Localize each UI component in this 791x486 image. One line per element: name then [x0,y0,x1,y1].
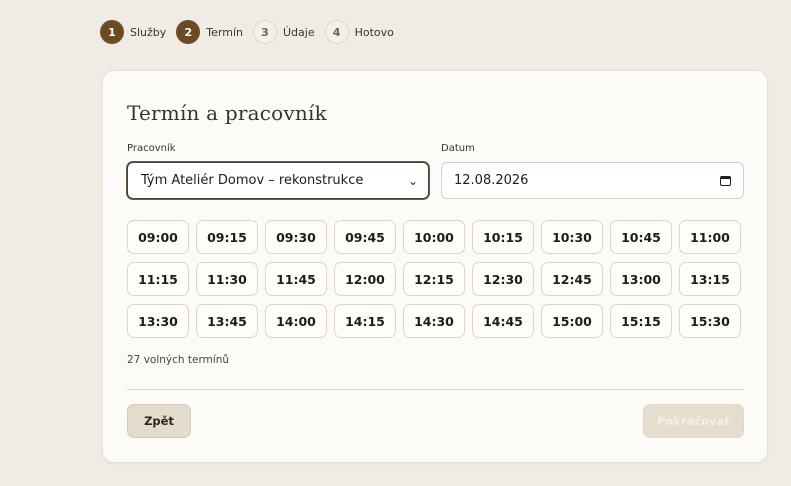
continue-button[interactable]: Pokračovat [643,404,744,438]
worker-select[interactable]: Tým Ateliér Domov – rekonstrukce ⌄ [127,162,429,199]
time-slot[interactable]: 13:00 [610,262,672,296]
time-slot[interactable]: 11:15 [127,262,189,296]
time-slot[interactable]: 14:30 [403,304,465,338]
time-slot[interactable]: 15:00 [541,304,603,338]
time-slot[interactable]: 09:15 [196,220,258,254]
time-slot[interactable]: 10:30 [541,220,603,254]
back-button[interactable]: Zpět [127,404,191,438]
step-number: 4 [324,20,349,44]
time-slot[interactable]: 09:00 [127,220,189,254]
step-hotovo[interactable]: 4 Hotovo [324,20,394,44]
step-label: Hotovo [354,25,394,39]
step-termin[interactable]: 2 Termín [176,20,243,44]
time-slot[interactable]: 10:45 [610,220,672,254]
time-slot[interactable]: 14:00 [265,304,327,338]
time-slot[interactable]: 10:15 [472,220,534,254]
time-slot[interactable]: 12:30 [472,262,534,296]
stepper: 1 Služby 2 Termín 3 Údaje 4 Hotovo [100,19,404,45]
worker-select-value: Tým Ateliér Domov – rekonstrukce [141,173,364,188]
step-number: 3 [252,20,277,44]
step-number: 2 [176,20,201,44]
booking-card: Termín a pracovník Pracovník Tým Ateliér… [102,70,768,463]
card-title: Termín a pracovník [127,101,327,125]
worker-label: Pracovník [127,143,176,154]
time-slot[interactable]: 11:45 [265,262,327,296]
time-slot-grid: 09:00 09:15 09:30 09:45 10:00 10:15 10:3… [127,220,741,338]
time-slot[interactable]: 13:45 [196,304,258,338]
time-slot[interactable]: 14:15 [334,304,396,338]
time-slot[interactable]: 13:15 [679,262,741,296]
time-slot[interactable]: 09:45 [334,220,396,254]
calendar-icon[interactable] [720,175,731,186]
time-slot[interactable]: 15:15 [610,304,672,338]
time-slot[interactable]: 12:15 [403,262,465,296]
step-label: Služby [130,25,167,39]
chevron-down-icon: ⌄ [407,173,418,188]
step-sluzby[interactable]: 1 Služby [100,20,166,44]
step-udaje[interactable]: 3 Údaje [252,20,315,44]
time-slot[interactable]: 11:00 [679,220,741,254]
divider [127,389,744,390]
time-slot[interactable]: 15:30 [679,304,741,338]
time-slot[interactable]: 14:45 [472,304,534,338]
date-value: 12.08.2026 [454,173,529,188]
time-slot[interactable]: 13:30 [127,304,189,338]
time-slot[interactable]: 11:30 [196,262,258,296]
date-input[interactable]: 12.08.2026 [441,162,744,199]
step-number: 1 [100,20,124,44]
time-slot[interactable]: 12:00 [334,262,396,296]
time-slot[interactable]: 10:00 [403,220,465,254]
time-slot[interactable]: 09:30 [265,220,327,254]
time-slot[interactable]: 12:45 [541,262,603,296]
step-label: Termín [206,25,243,39]
available-slots-count: 27 volných termínů [127,354,230,366]
date-label: Datum [441,143,475,154]
step-label: Údaje [282,25,315,39]
